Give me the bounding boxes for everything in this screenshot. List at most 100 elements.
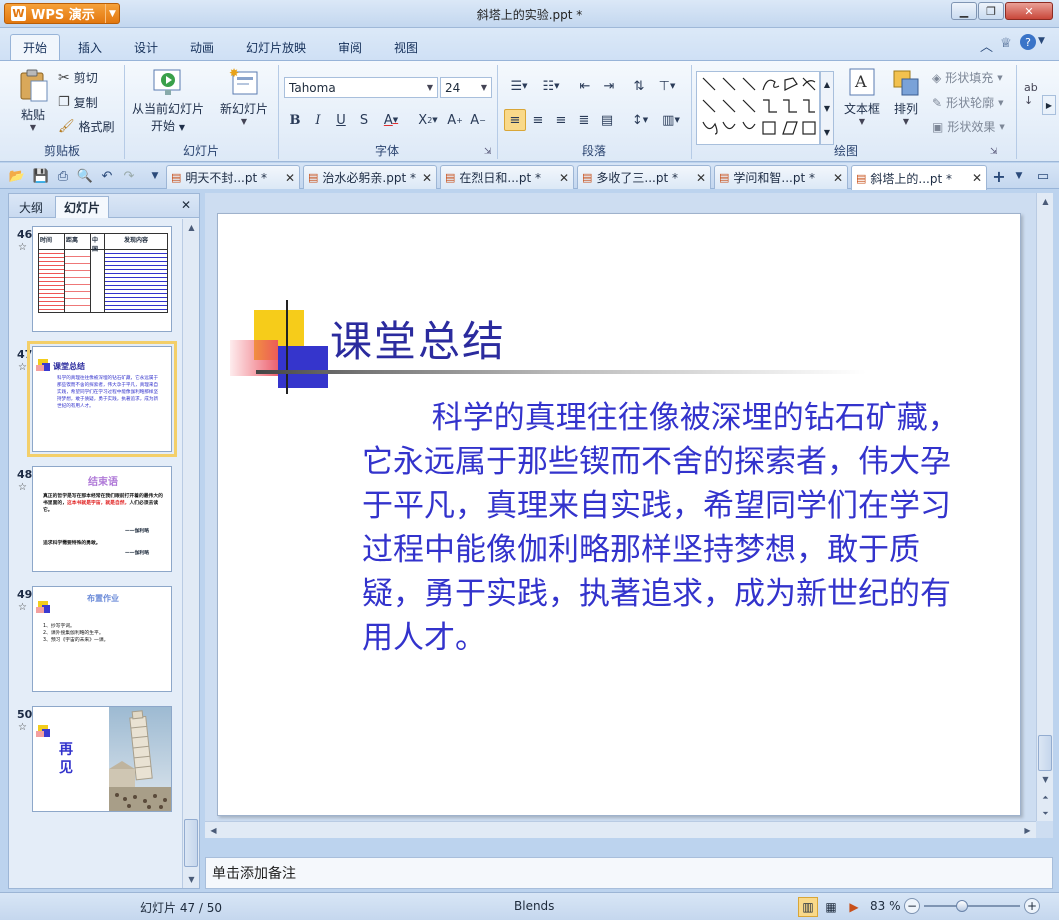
close-icon[interactable]: ✕ bbox=[285, 171, 295, 185]
scroll-right-icon[interactable]: ▶ bbox=[1019, 822, 1036, 839]
close-icon[interactable]: ✕ bbox=[833, 171, 843, 185]
scroll-thumb[interactable] bbox=[1038, 735, 1052, 771]
tab-review[interactable]: 审阅 bbox=[326, 34, 374, 60]
tab-insert[interactable]: 插入 bbox=[66, 34, 114, 60]
doc-tab-active[interactable]: ▤ 斜塔上的...pt * ✕ bbox=[851, 165, 987, 190]
slide-thumb-49[interactable]: 布置作业 1、抄写字词。 2、课外搜集伽利略的生平。 3、预习《宇宙的未来》一课… bbox=[32, 586, 172, 692]
scroll-left-icon[interactable]: ◀ bbox=[205, 822, 222, 839]
shrink-font-button[interactable]: A − bbox=[467, 109, 489, 131]
line-spacing-button[interactable]: ↕ ▼ bbox=[625, 109, 655, 131]
minimize-button[interactable]: ▁ bbox=[951, 2, 977, 20]
numbering-button[interactable]: ☷ ▼ bbox=[536, 75, 566, 97]
grow-font-button[interactable]: A + bbox=[444, 109, 466, 131]
tab-home[interactable]: 开始 bbox=[10, 34, 61, 60]
notes-input[interactable]: 单击添加备注 bbox=[205, 857, 1053, 889]
bold-button[interactable]: B bbox=[284, 109, 306, 131]
font-color-button[interactable]: A ▼ bbox=[376, 109, 406, 131]
align-text-button[interactable]: ⊤ ▼ bbox=[652, 75, 682, 97]
increase-indent-button[interactable]: ⇥ bbox=[598, 75, 620, 97]
zoom-in-button[interactable]: + bbox=[1024, 898, 1040, 914]
collapse-ribbon-icon[interactable]: ︿ bbox=[980, 36, 993, 55]
open-file-icon[interactable]: 📂 bbox=[8, 168, 26, 184]
normal-view-button[interactable]: ▥ bbox=[798, 897, 818, 917]
close-icon[interactable]: ✕ bbox=[559, 171, 569, 185]
undo-icon[interactable]: ↶ bbox=[98, 168, 116, 184]
save-icon[interactable]: 💾 bbox=[32, 168, 50, 184]
doc-tab[interactable]: ▤ 多收了三...pt * ✕ bbox=[577, 165, 711, 189]
zoom-slider-thumb[interactable] bbox=[956, 900, 968, 912]
previous-slide-icon[interactable]: ⏶ bbox=[1037, 789, 1054, 806]
doc-tab[interactable]: ▤ 治水必躬亲.ppt * ✕ bbox=[303, 165, 437, 189]
zoom-slider[interactable] bbox=[924, 905, 1020, 907]
editor-vertical-scrollbar[interactable]: ▲ ▼ ⏶ ⏷ bbox=[1036, 193, 1053, 821]
help-dropdown-icon[interactable]: ▼ bbox=[1038, 36, 1045, 46]
help-icon[interactable]: ? bbox=[1020, 34, 1036, 50]
slide-thumb-50[interactable]: 再见 bbox=[32, 706, 172, 812]
tab-outline[interactable]: 大纲 bbox=[11, 196, 51, 218]
close-icon[interactable]: ✕ bbox=[696, 171, 706, 185]
close-window-button[interactable]: ✕ bbox=[1005, 2, 1053, 20]
slides-pane-scrollbar[interactable]: ▲ ▼ bbox=[182, 219, 199, 888]
shapes-gallery-scroll[interactable]: ▲ ▼ ▼ bbox=[820, 71, 834, 145]
text-direction-button[interactable]: ⇅ bbox=[628, 75, 650, 97]
doc-tab[interactable]: ▤ 在烈日和...pt * ✕ bbox=[440, 165, 574, 189]
close-icon[interactable]: ✕ bbox=[972, 171, 982, 185]
skin-icon[interactable]: ♕ bbox=[1000, 36, 1012, 51]
play-from-current-button[interactable]: 从当前幻灯片 开始 ▼ bbox=[128, 67, 208, 134]
paste-button[interactable]: 粘贴 ▼ bbox=[14, 67, 52, 132]
shape-outline-button[interactable]: ✎ 形状轮廓 ▼ bbox=[932, 94, 1003, 111]
print-preview-icon[interactable]: 🔍 bbox=[76, 168, 94, 184]
shapes-gallery[interactable] bbox=[696, 71, 820, 145]
justify-button[interactable]: ≣ bbox=[573, 109, 595, 131]
doc-tab[interactable]: ▤ 明天不封...pt * ✕ bbox=[166, 165, 300, 189]
shape-effect-button[interactable]: ▣ 形状效果 ▼ bbox=[932, 118, 1005, 135]
tab-animation[interactable]: 动画 bbox=[178, 34, 226, 60]
font-name-select[interactable]: Tahoma ▼ bbox=[284, 77, 438, 98]
columns-button[interactable]: ▥ ▼ bbox=[656, 109, 686, 131]
maximize-button[interactable]: ❐ bbox=[978, 2, 1004, 20]
slide-sorter-button[interactable]: ▦ bbox=[821, 897, 841, 917]
quick-access-dropdown-icon[interactable]: ▼ bbox=[146, 168, 164, 184]
scroll-up-icon[interactable]: ▲ bbox=[1037, 193, 1054, 210]
tab-slides[interactable]: 幻灯片 bbox=[55, 196, 110, 218]
close-pane-icon[interactable]: ✕ bbox=[181, 198, 191, 212]
print-icon[interactable]: ⎙ bbox=[54, 168, 72, 184]
tab-slideshow[interactable]: 幻灯片放映 bbox=[234, 34, 318, 60]
align-center-button[interactable]: ≡ bbox=[527, 109, 549, 131]
new-tab-icon[interactable]: + bbox=[990, 167, 1008, 186]
textbox-button[interactable]: A 文本框 ▼ bbox=[840, 67, 884, 126]
bullets-button[interactable]: ☰ ▼ bbox=[504, 75, 534, 97]
drawing-dialog-launcher-icon[interactable]: ⇲ bbox=[990, 147, 998, 157]
slide-body-text[interactable]: 科学的真理往往像被深埋的钻石矿藏，它永远属于那些锲而不舍的探索者，伟大孕于平凡，… bbox=[362, 396, 974, 660]
current-slide[interactable]: 课堂总结 科学的真理往往像被深埋的钻石矿藏，它永远属于那些锲而不舍的探索者，伟大… bbox=[217, 213, 1021, 816]
slide-title[interactable]: 课堂总结 bbox=[330, 308, 506, 369]
close-icon[interactable]: ✕ bbox=[422, 171, 432, 185]
shadow-button[interactable]: S bbox=[353, 109, 375, 131]
find-replace-icon[interactable]: ab ↓ bbox=[1024, 81, 1038, 107]
italic-button[interactable]: I bbox=[307, 109, 329, 131]
underline-button[interactable]: U bbox=[330, 109, 352, 131]
tab-list-dropdown-icon[interactable]: ▼ bbox=[1010, 168, 1028, 184]
arrange-button[interactable]: 排列 ▼ bbox=[886, 67, 926, 126]
tab-view[interactable]: 视图 bbox=[382, 34, 430, 60]
zoom-out-button[interactable]: − bbox=[904, 898, 920, 914]
decrease-indent-button[interactable]: ⇤ bbox=[574, 75, 596, 97]
superscript-button[interactable]: X 2 ▼ bbox=[413, 109, 443, 131]
slide-thumb-47[interactable]: 课堂总结 科学的真理往往像被深埋的钻石矿藏，它永远属于那些锲而不舍的探索者，伟大… bbox=[27, 341, 177, 457]
align-left-button[interactable]: ≡ bbox=[504, 109, 526, 131]
new-slide-button[interactable]: ✸ 新幻灯片 ▼ bbox=[216, 66, 272, 126]
slideshow-button[interactable]: ▶ bbox=[844, 897, 864, 917]
cut-button[interactable]: ✂ 剪切 bbox=[58, 69, 98, 86]
editor-horizontal-scrollbar[interactable]: ◀ ▶ bbox=[205, 821, 1036, 838]
tab-design[interactable]: 设计 bbox=[122, 34, 170, 60]
doc-tab[interactable]: ▤ 学问和智...pt * ✕ bbox=[714, 165, 848, 189]
align-right-button[interactable]: ≡ bbox=[550, 109, 572, 131]
slide-thumb-46[interactable]: 时间 距离 中国 发现内容 bbox=[32, 226, 172, 332]
scroll-down-icon[interactable]: ▼ bbox=[183, 871, 200, 888]
shape-fill-button[interactable]: ◈ 形状填充 ▼ bbox=[932, 69, 1003, 86]
ribbon-more-button[interactable]: ▶ bbox=[1042, 95, 1056, 115]
distribute-button[interactable]: ▤ bbox=[596, 109, 618, 131]
scroll-down-icon[interactable]: ▼ bbox=[1037, 771, 1054, 788]
redo-icon[interactable]: ↷ bbox=[120, 168, 138, 184]
slide-thumb-48[interactable]: 结束语 真正的哲学是写在那本经常在我们眼前打开着的最伟大的书里面的，这本书就是宇… bbox=[32, 466, 172, 572]
